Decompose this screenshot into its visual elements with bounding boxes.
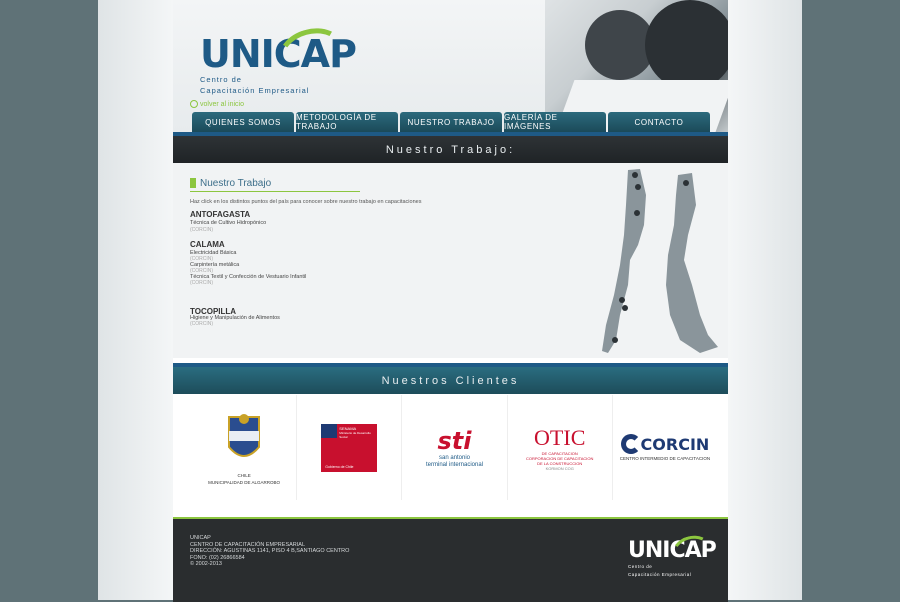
client-corcin[interactable]: CORCIN CENTRO INTERMEDIO DE CAPACITACION [613,395,717,500]
course-source: (CORCIN) [190,227,214,233]
map-marker-icon[interactable] [619,297,625,303]
senama-logo: SENAMA Ministerio de Desarrollo Social G… [321,423,378,472]
map-marker-icon[interactable] [683,180,689,186]
algarrobo-crest-icon [228,413,261,457]
main-nav: QUIENES SOMOS METODOLOGÍA DE TRABAJO NUE… [192,112,710,132]
footer-logo[interactable]: UNICAP Centro de Capacitación Empresaria… [628,531,717,577]
sti-sub2: terminal internacional [425,461,484,468]
map-marker-icon[interactable] [632,172,638,178]
client-algarrobo[interactable]: CHILE MUNICIPALIDAD DE ALGARROBO [192,395,298,500]
course-item: Técnica de Cultivo Hidropónico [190,220,267,226]
corcin-wordmark: CORCIN [640,434,710,454]
page-gutter-left [98,0,173,600]
city-antofagasta[interactable]: ANTOFAGASTA [190,210,250,219]
map-marker-icon[interactable] [634,210,640,216]
course-source: (CORCIN) [190,280,214,286]
work-intro: Haz click en los distintos puntos del pa… [190,199,422,205]
nav-nuestro-trabajo[interactable]: NUESTRO TRABAJO [400,112,502,132]
otic-wordmark: OTIC [534,424,586,450]
clients-strip: CHILE MUNICIPALIDAD DE ALGARROBO SENAMA … [192,395,717,500]
client-senama[interactable]: SENAMA Ministerio de Desarrollo Social G… [297,395,403,500]
map-marker-icon[interactable] [635,184,641,190]
clients-heading-bar: Nuestros Clientes [173,363,728,394]
footer-address: UNICAP CENTRO DE CAPACITACIÓN EMPRESARIA… [190,535,350,567]
client-caption: MUNICIPALIDAD DE ALGARROBO [208,479,281,485]
city-calama[interactable]: CALAMA [190,240,225,249]
corcin-caption: CENTRO INTERMEDIO DE CAPACITACION [619,456,711,461]
section-heading-bar: Nuestro Trabajo: [173,132,728,163]
home-icon [190,100,198,108]
nav-metodologia[interactable]: METODOLOGÍA DE TRABAJO [296,112,398,132]
back-to-home-link[interactable]: volver al inicio [190,100,244,108]
site-logo[interactable]: UNICAP Centro de Capacitación Empresaria… [200,21,357,95]
course-source: (CORCIN) [190,321,214,327]
page-gutter-right [728,0,802,600]
sti-wordmark: sti [437,426,472,455]
map-marker-icon[interactable] [612,337,618,343]
title-rule [190,191,360,192]
badge-chile: CHILE [237,472,251,478]
chile-map [602,169,718,353]
client-otic[interactable]: OTIC DE CAPACITACION CORPORACION DE CAPA… [508,395,613,500]
sti-sub1: san antonio [438,454,471,461]
work-title: Nuestro Trabajo [190,178,271,189]
corcin-c-icon [620,434,641,454]
nav-galeria[interactable]: GALERÍA DE IMÁGENES [504,112,606,132]
logo-tagline-2: Capacitación Empresarial [200,86,310,95]
nav-contacto[interactable]: CONTACTO [608,112,710,132]
logo-tagline-1: Centro de [200,75,242,84]
nav-quienes-somos[interactable]: QUIENES SOMOS [192,112,294,132]
map-marker-icon[interactable] [622,305,628,311]
client-sti[interactable]: sti san antonio terminal internacional [402,395,508,500]
bullet-icon [190,178,196,189]
